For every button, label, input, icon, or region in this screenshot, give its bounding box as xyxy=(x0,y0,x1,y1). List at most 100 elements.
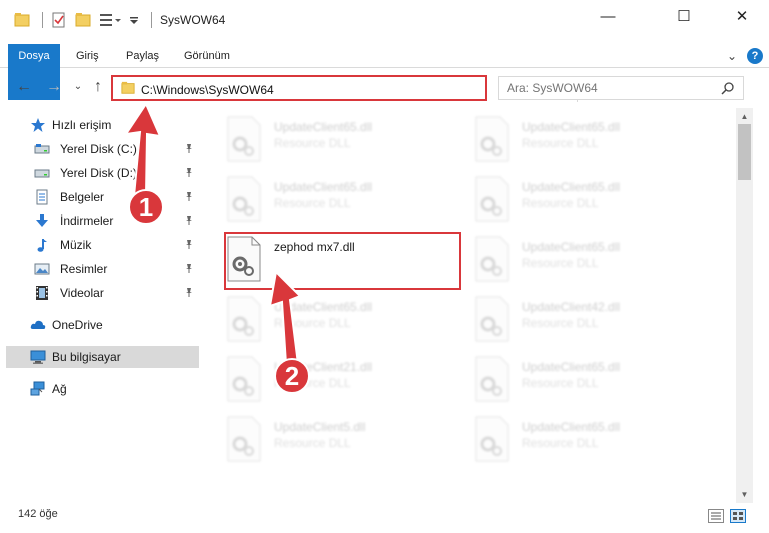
sidebar-item-label: İndirmeler xyxy=(60,214,114,228)
sidebar-item-quick-access[interactable]: Hızlı erişim xyxy=(0,114,200,136)
dll-file-icon xyxy=(472,296,512,342)
documents-icon xyxy=(34,189,50,205)
back-button[interactable]: ← xyxy=(14,76,34,98)
pin-icon[interactable] xyxy=(184,143,194,156)
forward-button[interactable]: → xyxy=(44,76,64,98)
sidebar-item-label: Yerel Disk (D:) xyxy=(60,166,137,180)
search-box[interactable] xyxy=(498,76,744,100)
sidebar-item-label: Videolar xyxy=(60,286,104,300)
dll-file-icon xyxy=(224,356,264,402)
ribbon-tabs: Dosya Giriş Paylaş Görünüm ⌄ ? xyxy=(0,44,769,100)
file-type: Resource DLL xyxy=(522,196,599,210)
sidebar-item-label: Bu bilgisayar xyxy=(52,350,121,364)
dll-file-icon xyxy=(472,116,512,162)
pin-icon[interactable] xyxy=(184,167,194,180)
tab-giris[interactable]: Giriş xyxy=(68,44,107,68)
file-list: UpdateClient65.dll Resource DLL UpdateCl… xyxy=(200,108,736,498)
drive-icon xyxy=(34,165,50,181)
sidebar-item-videos[interactable]: Videolar xyxy=(0,282,200,304)
scroll-thumb[interactable] xyxy=(738,124,751,180)
dll-file-icon xyxy=(472,176,512,222)
network-icon xyxy=(30,381,46,397)
vertical-scrollbar[interactable]: ▲ ▼ xyxy=(736,108,753,503)
recent-locations-button[interactable]: ⌄ xyxy=(68,76,88,98)
cloud-icon xyxy=(30,317,46,333)
status-bar: 142 öğe xyxy=(0,503,769,527)
file-item[interactable]: UpdateClient65.dll Resource DLL xyxy=(448,172,678,228)
separator xyxy=(151,12,152,28)
sidebar-item-label: Resimler xyxy=(60,262,108,276)
file-name: UpdateClient65.dll xyxy=(522,240,621,254)
sidebar-item-music[interactable]: Müzik xyxy=(0,234,200,256)
sidebar-item-documents[interactable]: Belgeler xyxy=(0,186,200,208)
ribbon-expand-icon[interactable]: ⌄ xyxy=(727,49,737,63)
help-icon[interactable]: ? xyxy=(747,48,763,64)
file-item[interactable]: UpdateClient21.dll Resource DLL xyxy=(200,352,430,408)
close-button[interactable]: ✕ xyxy=(719,0,765,32)
pin-icon[interactable] xyxy=(184,239,194,252)
sidebar-item-label: OneDrive xyxy=(52,318,103,332)
details-view-icon[interactable] xyxy=(708,509,724,523)
file-item[interactable]: UpdateClient65.dll Resource DLL xyxy=(448,412,678,468)
quick-access-toolbar: SysWOW64 xyxy=(14,8,225,32)
sidebar-item-network[interactable]: Ağ xyxy=(0,378,200,400)
file-item[interactable]: UpdateClient65.dll Resource DLL xyxy=(448,352,678,408)
sidebar-item-pictures[interactable]: Resimler xyxy=(0,258,200,280)
up-button[interactable]: ↑ xyxy=(88,76,108,98)
file-item[interactable]: UpdateClient42.dll Resource DLL xyxy=(448,292,678,348)
drive-icon xyxy=(34,141,50,157)
file-highlight-box xyxy=(224,232,461,290)
file-name: UpdateClient65.dll xyxy=(522,120,621,134)
large-icons-view-icon[interactable] xyxy=(730,509,746,523)
dll-file-icon xyxy=(224,296,264,342)
pin-icon[interactable] xyxy=(184,287,194,300)
file-item[interactable]: UpdateClient65.dll Resource DLL xyxy=(200,172,430,228)
file-item[interactable]: UpdateClient5.dll Resource DLL xyxy=(200,412,430,468)
address-highlight-box xyxy=(111,75,487,101)
sidebar-item-this-pc[interactable]: Bu bilgisayar xyxy=(6,346,199,368)
pin-icon[interactable] xyxy=(184,191,194,204)
search-input[interactable] xyxy=(507,81,707,95)
tab-paylas[interactable]: Paylaş xyxy=(118,44,167,68)
pin-icon[interactable] xyxy=(184,215,194,228)
sidebar-item-label: Hızlı erişim xyxy=(52,118,112,132)
file-item[interactable]: UpdateClient65.dll Resource DLL xyxy=(448,112,678,168)
file-name: UpdateClient42.dll xyxy=(522,300,621,314)
file-item[interactable]: UpdateClient65.dll Resource DLL xyxy=(200,112,430,168)
view-options-icon[interactable] xyxy=(99,12,121,28)
sidebar-item-label: Yerel Disk (C:) xyxy=(60,142,137,156)
download-icon xyxy=(34,213,50,229)
maximize-button[interactable]: ☐ xyxy=(661,0,707,32)
minimize-button[interactable]: — xyxy=(585,0,631,32)
file-item[interactable]: UpdateClient65.dll Resource DLL xyxy=(200,292,430,348)
pin-icon[interactable] xyxy=(184,263,194,276)
new-folder-icon[interactable] xyxy=(75,12,91,28)
file-type: Resource DLL xyxy=(522,376,599,390)
sidebar-item-downloads[interactable]: İndirmeler xyxy=(0,210,200,232)
file-name: UpdateClient65.dll xyxy=(522,420,621,434)
sidebar-item-onedrive[interactable]: OneDrive xyxy=(0,314,200,336)
sidebar-item-disk-d[interactable]: Yerel Disk (D:) xyxy=(0,162,200,184)
customize-toolbar-icon[interactable] xyxy=(129,12,139,28)
properties-icon[interactable] xyxy=(51,12,67,28)
scroll-up-icon[interactable]: ▲ xyxy=(736,108,753,125)
file-type: Resource DLL xyxy=(522,436,599,450)
up-arrow-icon: ↑ xyxy=(94,78,102,95)
scroll-down-icon[interactable]: ▼ xyxy=(736,486,753,503)
file-item[interactable]: UpdateClient65.dll Resource DLL xyxy=(448,232,678,288)
dll-file-icon xyxy=(224,176,264,222)
file-type: Resource DLL xyxy=(522,136,599,150)
file-type: Resource DLL xyxy=(274,376,351,390)
forward-arrow-icon: → xyxy=(46,78,62,95)
file-name: UpdateClient65.dll xyxy=(274,120,373,134)
dll-file-icon xyxy=(224,116,264,162)
sidebar-item-disk-c[interactable]: Yerel Disk (C:) xyxy=(0,138,200,160)
tab-gorunum[interactable]: Görünüm xyxy=(176,44,238,68)
folder-icon xyxy=(14,12,30,28)
pictures-icon xyxy=(34,261,50,277)
file-name: UpdateClient65.dll xyxy=(522,180,621,194)
minimize-icon: — xyxy=(600,7,616,25)
search-icon[interactable] xyxy=(721,81,735,95)
title-bar: SysWOW64 — ☐ ✕ xyxy=(0,0,769,40)
videos-icon xyxy=(34,285,50,301)
